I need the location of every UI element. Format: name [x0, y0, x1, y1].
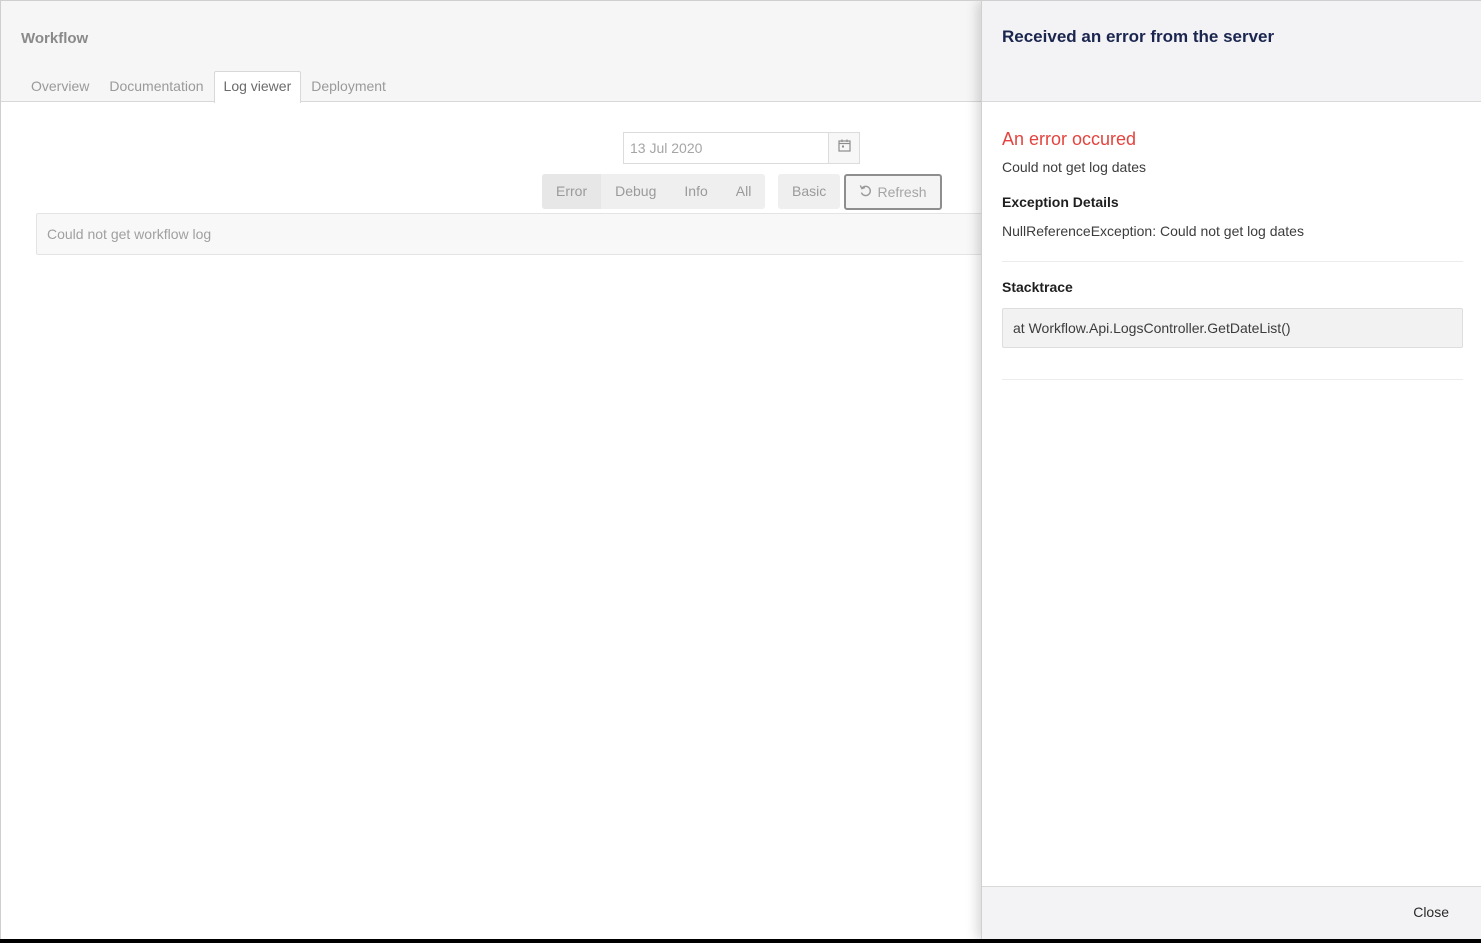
- calendar-icon: [837, 139, 851, 157]
- date-input[interactable]: [624, 133, 828, 163]
- tab-deployment[interactable]: Deployment: [301, 71, 396, 102]
- dialog-footer: Close: [982, 886, 1481, 939]
- log-message: Could not get workflow log: [36, 213, 1016, 255]
- basic-button[interactable]: Basic: [778, 174, 841, 209]
- tab-log-viewer[interactable]: Log viewer: [213, 71, 302, 103]
- refresh-button[interactable]: Refresh: [844, 174, 942, 210]
- close-button[interactable]: Close: [1413, 904, 1449, 920]
- level-info-button[interactable]: Info: [670, 174, 721, 209]
- tab-documentation[interactable]: Documentation: [99, 71, 213, 102]
- app-frame: Workflow Overview Documentation Log view…: [0, 0, 1481, 939]
- refresh-label: Refresh: [877, 184, 927, 200]
- date-picker: [623, 132, 860, 164]
- dialog-body: An error occured Could not get log dates…: [1002, 129, 1463, 380]
- dialog-title: Received an error from the server: [1002, 27, 1275, 46]
- level-debug-button[interactable]: Debug: [601, 174, 670, 209]
- divider: [1002, 379, 1463, 380]
- stacktrace-text: at Workflow.Api.LogsController.GetDateLi…: [1002, 308, 1463, 348]
- refresh-icon: [859, 184, 872, 200]
- stacktrace-label: Stacktrace: [1002, 279, 1073, 295]
- level-all-button[interactable]: All: [722, 174, 766, 209]
- dialog-header: Received an error from the server: [982, 1, 1481, 102]
- exception-details-text: NullReferenceException: Could not get lo…: [1002, 223, 1463, 262]
- exception-details-label: Exception Details: [1002, 194, 1119, 210]
- error-heading: An error occured: [1002, 129, 1137, 149]
- error-dialog: Received an error from the server An err…: [981, 1, 1481, 939]
- date-picker-button[interactable]: [828, 133, 859, 163]
- tab-bar: Overview Documentation Log viewer Deploy…: [21, 71, 396, 103]
- level-error-button[interactable]: Error: [542, 174, 602, 209]
- tab-overview[interactable]: Overview: [21, 71, 99, 102]
- page-title: Workflow: [21, 30, 89, 47]
- error-message: Could not get log dates: [1002, 159, 1146, 175]
- log-level-filter: Error Debug Info All: [542, 174, 766, 209]
